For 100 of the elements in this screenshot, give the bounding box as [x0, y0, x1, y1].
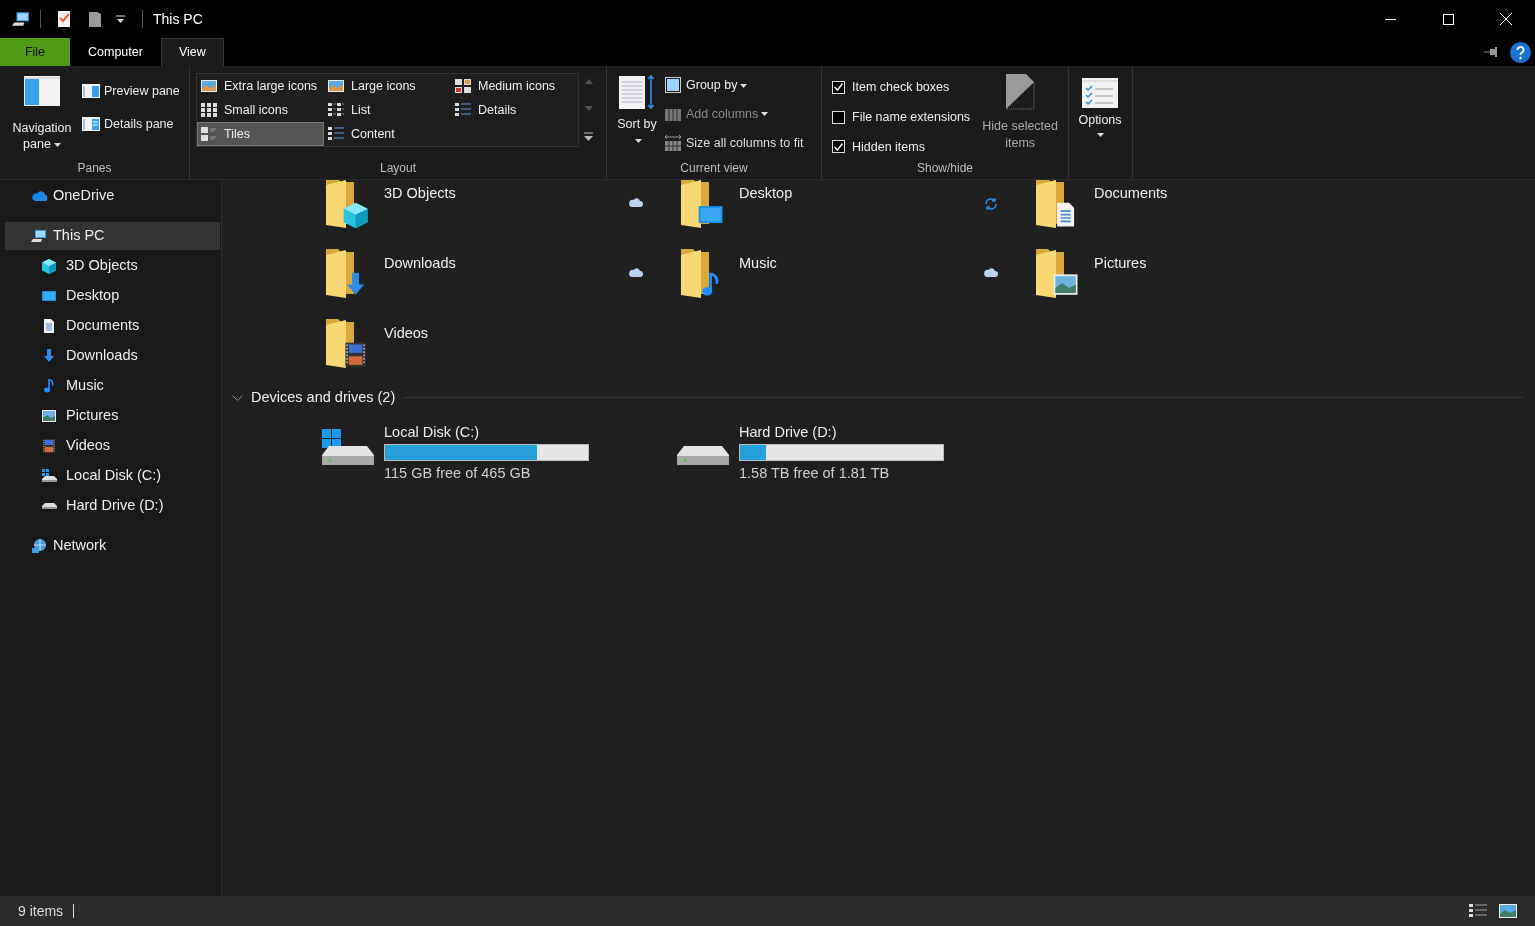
nav-item[interactable]: OneDrive	[5, 182, 220, 210]
nav-item[interactable]: Local Disk (C:)	[5, 462, 220, 490]
details-view-icon	[455, 102, 471, 118]
more-layouts-button[interactable]	[584, 132, 593, 141]
folder-name[interactable]: Documents	[1094, 183, 1168, 205]
size-columns-button[interactable]: Size all columns to fit	[665, 133, 804, 153]
thumbnail-icon	[1499, 903, 1517, 919]
layout-option[interactable]: Large icons	[324, 74, 451, 98]
group-label: Panes	[77, 160, 112, 177]
nav-item[interactable]: Music	[5, 372, 220, 400]
caret-icon	[761, 112, 769, 117]
nav-item[interactable]: Desktop	[5, 282, 220, 310]
details-view-button[interactable]	[1469, 903, 1487, 919]
pin-icon	[1484, 47, 1500, 57]
details-pane-button[interactable]: Details pane	[80, 114, 182, 134]
nav-item[interactable]: Pictures	[5, 402, 220, 430]
section-header[interactable]: Devices and drives (2)	[232, 387, 396, 409]
checkbox[interactable]	[832, 140, 845, 154]
caret-icon	[1096, 133, 1104, 137]
thumbnail-icon	[328, 78, 344, 94]
picture-icon	[41, 408, 57, 424]
drive-icon	[677, 445, 729, 465]
tiles-view-icon	[201, 126, 217, 142]
details-pane-icon	[82, 117, 100, 132]
free-space-text: 115 GB free of 465 GB	[384, 463, 532, 482]
layout-option[interactable]: Extra large icons	[197, 74, 324, 98]
nav-item[interactable]: 3D Objects	[5, 252, 220, 280]
thumbnail-icon	[201, 78, 217, 94]
music-note-icon	[41, 378, 57, 394]
free-space-text: 1.58 TB free of 1.81 TB	[739, 463, 891, 482]
options-button[interactable]: Options	[1075, 78, 1125, 157]
caret-icon	[53, 142, 61, 147]
help-icon	[1510, 41, 1531, 63]
group-by-button[interactable]: Group by	[665, 76, 804, 95]
down-arrow-icon	[584, 105, 593, 111]
large-icons-view-button[interactable]	[1499, 903, 1517, 919]
fit-columns-icon	[665, 134, 681, 151]
new-folder-button[interactable]	[87, 9, 103, 29]
dropdown-icon	[116, 15, 125, 23]
network-globe-icon	[31, 538, 47, 554]
computer-icon	[11, 10, 31, 28]
close-icon	[1500, 13, 1512, 25]
layout-option[interactable]: Details	[451, 98, 578, 122]
drive-icon	[41, 503, 57, 509]
details-view-icon	[328, 126, 344, 142]
cloud-icon	[629, 197, 643, 207]
folder-name[interactable]: Pictures	[1094, 253, 1147, 275]
small-icons-icon	[201, 102, 217, 118]
navigation-pane-button[interactable]: Navigation pane	[8, 76, 76, 157]
nav-item[interactable]: Network	[5, 532, 220, 560]
medium-icons-icon	[455, 78, 471, 94]
layout-option[interactable]: List	[324, 98, 451, 122]
nav-item[interactable]: Videos	[5, 432, 220, 460]
details-view-icon	[1469, 903, 1487, 919]
folder-icon	[88, 10, 102, 28]
checkbox[interactable]	[832, 80, 845, 94]
folder-name[interactable]: Downloads	[384, 253, 456, 275]
drive-name[interactable]: Hard Drive (D:)	[739, 422, 944, 441]
sync-icon	[984, 197, 998, 211]
layout-option[interactable]: Medium icons	[451, 74, 578, 98]
customize-dropdown[interactable]	[115, 14, 126, 24]
ribbon-tab[interactable]: View	[160, 38, 224, 66]
cube-icon	[41, 258, 57, 274]
cloud-icon	[31, 188, 47, 204]
nav-item[interactable]: Downloads	[5, 342, 220, 370]
folder-name[interactable]: Videos	[384, 323, 429, 345]
checklist-icon	[56, 10, 72, 28]
layout-option[interactable]: Small icons	[197, 98, 324, 122]
cloud-icon	[629, 267, 643, 277]
computer-icon-button[interactable]	[10, 9, 32, 29]
properties-button[interactable]	[55, 9, 73, 29]
film-strip-icon	[41, 438, 57, 454]
caret-icon	[740, 83, 748, 88]
maximize-icon	[1442, 13, 1454, 25]
caret-icon	[635, 138, 642, 143]
checkmark-icon	[834, 142, 843, 151]
preview-pane-icon	[82, 84, 100, 99]
layout-option[interactable]: Content	[324, 122, 451, 146]
checkbox-label[interactable]: File name extensions	[852, 107, 971, 127]
folder-name[interactable]: Desktop	[739, 183, 793, 205]
desktop-icon	[41, 288, 57, 304]
layout-option[interactable]: Tiles	[197, 122, 324, 146]
group-by-icon	[665, 77, 681, 94]
folder-name[interactable]: Music	[739, 253, 777, 275]
navigation-pane-icon	[24, 76, 60, 106]
cloud-icon	[984, 267, 998, 277]
sort-by-button[interactable]: Sort by	[617, 74, 657, 157]
drive-name[interactable]: Local Disk (C:)	[384, 422, 589, 441]
ribbon-tab[interactable]: File	[0, 38, 70, 66]
list-view-icon	[328, 102, 344, 118]
nav-item[interactable]: This PC	[5, 222, 220, 250]
checkbox-label[interactable]: Hidden items	[852, 137, 925, 157]
folder-name[interactable]: 3D Objects	[384, 183, 456, 205]
checkmark-icon	[834, 83, 843, 92]
preview-pane-button[interactable]: Preview pane	[80, 82, 182, 101]
computer-icon	[31, 228, 47, 244]
checkbox[interactable]	[832, 110, 845, 124]
nav-item[interactable]: Hard Drive (D:)	[5, 492, 220, 520]
checkbox-label[interactable]: Item check boxes	[852, 78, 950, 97]
nav-item[interactable]: Documents	[5, 312, 220, 340]
